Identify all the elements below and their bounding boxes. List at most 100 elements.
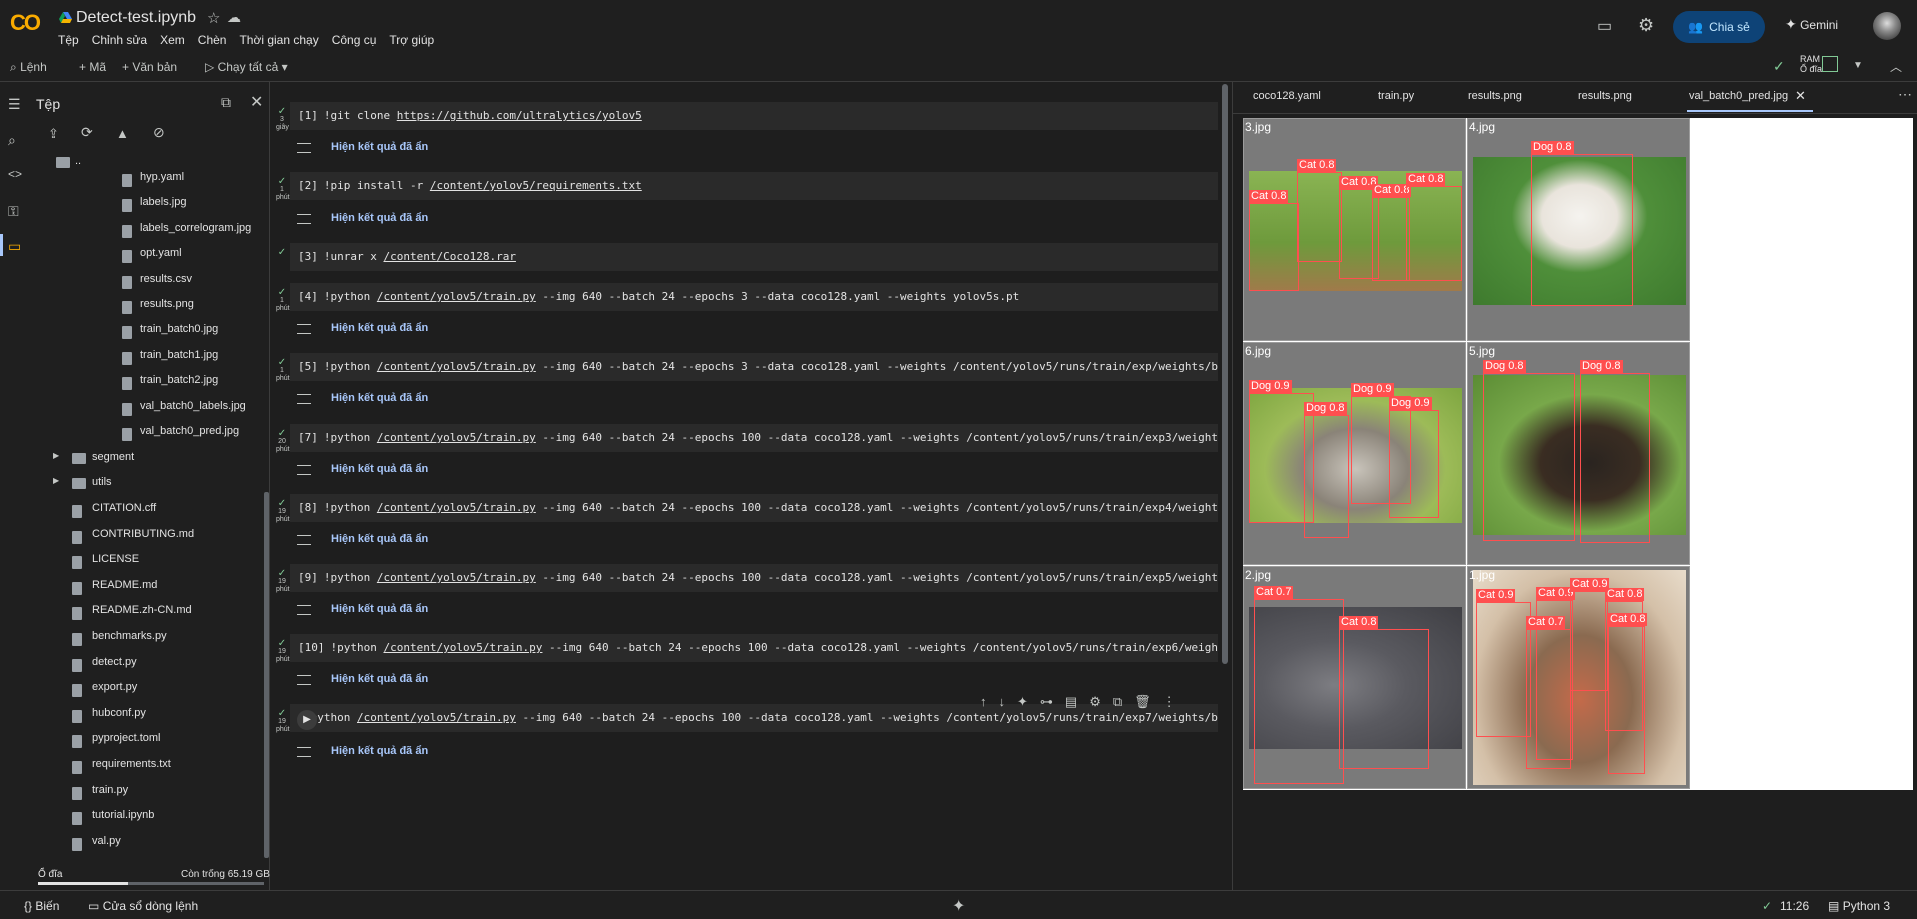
file-item[interactable]: hubconf.py [92,707,146,719]
avatar[interactable] [1873,12,1901,40]
colab-logo[interactable]: CO [10,10,41,36]
code-cell[interactable]: [7] !python /content/yolov5/train.py --im… [290,424,1218,452]
file-item[interactable]: LICENSE [92,553,139,565]
code-link[interactable]: /content/yolov5/train.py [377,290,536,303]
menu-runtime[interactable]: Thời gian chạy [239,33,318,47]
code-cell[interactable]: [10] !python /content/yolov5/train.py --i… [290,634,1218,662]
star-icon[interactable]: ☆ [207,9,220,27]
file-item[interactable]: benchmarks.py [92,630,167,642]
file-item[interactable]: train_batch2.jpg [140,374,218,386]
file-item[interactable]: train_batch0.jpg [140,323,218,335]
code-snippets-icon[interactable]: <> [8,167,22,181]
key-icon[interactable]: ⚿ [8,203,19,220]
code-link[interactable]: /content/yolov5/train.py [383,641,542,654]
notebook-scrollbar[interactable] [1222,84,1228,664]
terminal-button[interactable]: ▭ Cửa sổ dòng lệnh [88,899,198,913]
gemini-button[interactable]: ✦ Gemini [1785,16,1838,33]
chevron-down-icon[interactable]: ▼ [1853,60,1863,71]
show-hidden-output[interactable]: Hiện kết quả đã ẩn [331,603,428,615]
code-link[interactable]: /content/yolov5/train.py [357,711,516,724]
add-code-button[interactable]: + Mã [79,60,106,74]
code-link[interactable]: /content/yolov5/train.py [377,501,536,514]
file-item[interactable]: requirements.txt [92,758,171,770]
code-link[interactable]: /content/Coco128.rar [383,250,515,263]
folder-item[interactable]: segment [92,451,134,463]
comment-icon[interactable]: ▤ [1065,694,1077,710]
show-hidden-output[interactable]: Hiện kết quả đã ẩn [331,392,428,404]
file-item[interactable]: CONTRIBUTING.md [92,528,194,540]
file-item[interactable]: results.png [140,298,194,310]
folder-icon[interactable]: ▭ [8,238,21,255]
code-cell[interactable]: [8] !python /content/yolov5/train.py --im… [290,494,1218,522]
code-link[interactable]: /content/yolov5/requirements.txt [430,179,642,192]
code-link[interactable]: /content/yolov5/train.py [377,431,536,444]
open-tab-icon[interactable]: ⧉ [221,94,231,111]
search-icon[interactable]: ⌕ [8,132,16,149]
sparkle-icon[interactable]: ✦ [1017,694,1028,710]
code-cell[interactable]: [5] !python /content/yolov5/train.py --im… [290,353,1218,381]
tab-results-png[interactable]: results.png [1468,90,1522,102]
output-toggle-icon[interactable] [297,324,311,334]
share-button[interactable]: 👥 Chia sẻ [1673,11,1765,43]
cloud-icon[interactable]: ☁ [227,9,241,26]
menu-edit[interactable]: Chỉnh sửa [92,33,147,47]
toc-icon[interactable]: ☰ [8,96,21,113]
tab-results-png-2[interactable]: results.png [1578,90,1632,102]
settings-icon[interactable]: ⚙ [1089,694,1101,710]
upload-icon[interactable]: ⇪ [48,126,59,142]
show-hidden-output[interactable]: Hiện kết quả đã ẩn [331,673,428,685]
show-hidden-output[interactable]: Hiện kết quả đã ẩn [331,212,428,224]
run-all-button[interactable]: ▷ Chạy tất cả ▾ [205,60,288,74]
more-icon[interactable]: ⋮ [1163,694,1176,710]
file-item[interactable]: detect.py [92,656,137,668]
output-toggle-icon[interactable] [297,394,311,404]
file-item[interactable]: results.csv [140,273,192,285]
tab-train-py[interactable]: train.py [1378,90,1414,102]
refresh-icon[interactable]: ⟳ [81,124,93,141]
mirror-icon[interactable]: ⧉ [1113,694,1122,710]
comment-icon[interactable]: ▭ [1597,16,1612,36]
mount-drive-icon[interactable]: ▲ [116,126,129,141]
file-item[interactable]: tutorial.ipynb [92,809,154,821]
file-item[interactable]: val_batch0_pred.jpg [140,425,239,437]
file-item[interactable]: train.py [92,784,128,796]
menu-view[interactable]: Xem [160,33,185,47]
pane-divider[interactable] [1232,82,1233,890]
output-toggle-icon[interactable] [297,535,311,545]
chevron-right-icon[interactable]: ▶ [53,451,59,460]
tab-val-batch0-pred[interactable]: val_batch0_pred.jpg [1689,90,1788,102]
file-item[interactable]: opt.yaml [140,247,182,259]
output-toggle-icon[interactable] [297,747,311,757]
output-toggle-icon[interactable] [297,675,311,685]
code-cell[interactable]: [9] !python /content/yolov5/train.py --im… [290,564,1218,592]
code-link[interactable]: https://github.com/ultralytics/yolov5 [397,109,642,122]
parent-folder[interactable]: .. [75,155,81,167]
show-hidden-output[interactable]: Hiện kết quả đã ẩn [331,533,428,545]
move-up-icon[interactable]: ↑ [980,694,987,710]
code-cell[interactable]: [4] !python /content/yolov5/train.py --im… [290,283,1218,311]
menu-tools[interactable]: Công cụ [332,33,377,47]
folder-item[interactable]: utils [92,476,112,488]
code-cell[interactable]: [2] !pip install -r /content/yolov5/requi… [290,172,1218,200]
delete-icon[interactable]: 🗑 [1134,694,1151,710]
collapse-icon[interactable]: ︿ [1890,58,1902,75]
show-hidden-output[interactable]: Hiện kết quả đã ẩn [331,463,428,475]
add-text-button[interactable]: + Văn bản [122,60,177,74]
move-down-icon[interactable]: ↓ [999,694,1006,710]
menu-insert[interactable]: Chèn [198,33,227,47]
command-button[interactable]: ⌕ Lệnh [10,60,47,75]
output-toggle-icon[interactable] [297,214,311,224]
file-item[interactable]: README.md [92,579,157,591]
show-hidden-output[interactable]: Hiện kết quả đã ẩn [331,745,428,757]
file-item[interactable]: val.py [92,835,121,847]
more-icon[interactable]: ⋯ [1898,86,1912,103]
file-item[interactable]: CITATION.cff [92,502,156,514]
close-tab-icon[interactable]: ✕ [1795,88,1806,104]
file-item[interactable]: export.py [92,681,137,693]
output-toggle-icon[interactable] [297,605,311,615]
menu-file[interactable]: Tệp [58,33,79,47]
file-item[interactable]: labels_correlogram.jpg [140,222,251,234]
hide-files-icon[interactable]: ⊘ [153,124,165,141]
menu-help[interactable]: Trợ giúp [389,33,434,47]
sparkle-icon[interactable]: ✦ [952,896,965,916]
